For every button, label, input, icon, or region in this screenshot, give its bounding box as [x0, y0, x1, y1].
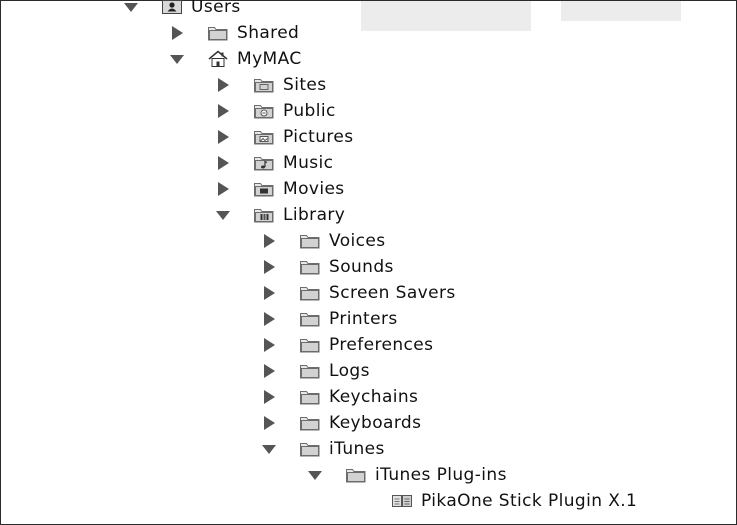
disclosure-triangle-collapsed-icon[interactable]	[261, 311, 277, 327]
disclosure-triangle-collapsed-icon[interactable]	[215, 129, 231, 145]
tree-row[interactable]: Preferences	[261, 332, 433, 358]
tree-row[interactable]: Printers	[261, 306, 398, 332]
disclosure-triangle-collapsed-icon[interactable]	[261, 259, 277, 275]
folder-icon	[299, 336, 321, 354]
disclosure-triangle-collapsed-icon[interactable]	[261, 233, 277, 249]
tree-row[interactable]: Logs	[261, 358, 370, 384]
folder-icon	[299, 388, 321, 406]
tree-row[interactable]: Public	[215, 98, 336, 124]
tree-row[interactable]: Pictures	[215, 124, 354, 150]
tree-item-label: Voices	[329, 231, 386, 251]
tree-row[interactable]: MyMAC	[169, 46, 302, 72]
sites-folder-icon	[253, 76, 275, 94]
tree-item-label: Keyboards	[329, 413, 422, 433]
tree-item-label: Users	[191, 0, 241, 17]
home-icon	[207, 50, 229, 68]
library-folder-icon	[253, 206, 275, 224]
tree-item-label: Library	[283, 205, 346, 225]
tree-item-label: Shared	[237, 23, 300, 43]
disclosure-triangle-collapsed-icon[interactable]	[261, 337, 277, 353]
tree-item-label: Logs	[329, 361, 370, 381]
background-watermark	[361, 1, 531, 31]
tree-item-label: Keychains	[329, 387, 419, 407]
tree-row[interactable]: Music	[215, 150, 333, 176]
tree-row[interactable]: iTunes	[261, 436, 385, 462]
folder-icon	[345, 466, 367, 484]
folder-icon	[299, 310, 321, 328]
disclosure-triangle-collapsed-icon[interactable]	[261, 415, 277, 431]
tree-item-label: iTunes Plug-ins	[375, 465, 507, 485]
tree-row[interactable]: Keyboards	[261, 410, 421, 436]
disclosure-triangle-collapsed-icon[interactable]	[215, 103, 231, 119]
public-folder-icon	[253, 102, 275, 120]
folder-icon	[299, 258, 321, 276]
tree-row[interactable]: Shared	[169, 20, 299, 46]
pictures-folder-icon	[253, 128, 275, 146]
disclosure-triangle-collapsed-icon[interactable]	[215, 181, 231, 197]
tree-row[interactable]: iTunes Plug-ins	[307, 462, 507, 488]
disclosure-triangle-expanded-icon[interactable]	[169, 51, 185, 67]
tree-row[interactable]: Users	[123, 0, 241, 20]
folder-icon	[299, 362, 321, 380]
disclosure-triangle-expanded-icon[interactable]	[307, 467, 323, 483]
background-watermark	[561, 1, 681, 21]
movies-folder-icon	[253, 180, 275, 198]
disclosure-triangle-collapsed-icon[interactable]	[261, 389, 277, 405]
music-folder-icon	[253, 154, 275, 172]
tree-item-label: Sites	[283, 75, 327, 95]
disclosure-triangle-collapsed-icon[interactable]	[169, 25, 185, 41]
tree-item-label: Pictures	[283, 127, 354, 147]
tree-row[interactable]: Voices	[261, 228, 386, 254]
tree-item-label: Movies	[283, 179, 345, 199]
plugin-bundle-icon	[391, 492, 413, 510]
tree-row[interactable]: Screen Savers	[261, 280, 456, 306]
folder-icon	[207, 24, 229, 42]
disclosure-triangle-collapsed-icon[interactable]	[261, 363, 277, 379]
tree-item-label: Screen Savers	[329, 283, 456, 303]
tree-item-label: iTunes	[329, 439, 385, 459]
folder-icon	[299, 414, 321, 432]
tree-row[interactable]: Sounds	[261, 254, 394, 280]
finder-outline-window: Users Shared MyMAC Sites Public Pictures Music…	[0, 0, 737, 525]
folder-icon	[299, 284, 321, 302]
tree-item-label: PikaOne Stick Plugin X.1	[421, 491, 638, 511]
disclosure-triangle-collapsed-icon[interactable]	[215, 155, 231, 171]
folder-icon	[299, 440, 321, 458]
tree-item-label: Music	[283, 153, 334, 173]
disclosure-triangle-collapsed-icon[interactable]	[261, 285, 277, 301]
tree-row[interactable]: Library	[215, 202, 345, 228]
users-folder-icon	[161, 0, 183, 16]
tree-row[interactable]: Movies	[215, 176, 345, 202]
disclosure-triangle-collapsed-icon[interactable]	[215, 77, 231, 93]
tree-item-label: Preferences	[329, 335, 434, 355]
tree-item-label: Sounds	[329, 257, 394, 277]
disclosure-triangle-expanded-icon[interactable]	[261, 441, 277, 457]
disclosure-triangle-expanded-icon[interactable]	[215, 207, 231, 223]
tree-row[interactable]: Sites	[215, 72, 327, 98]
disclosure-triangle-expanded-icon[interactable]	[123, 0, 139, 15]
folder-icon	[299, 232, 321, 250]
tree-item-label: MyMAC	[237, 49, 302, 69]
tree-item-label: Public	[283, 101, 336, 121]
tree-row[interactable]: PikaOne Stick Plugin X.1	[353, 488, 637, 514]
tree-item-label: Printers	[329, 309, 398, 329]
tree-row[interactable]: Keychains	[261, 384, 418, 410]
